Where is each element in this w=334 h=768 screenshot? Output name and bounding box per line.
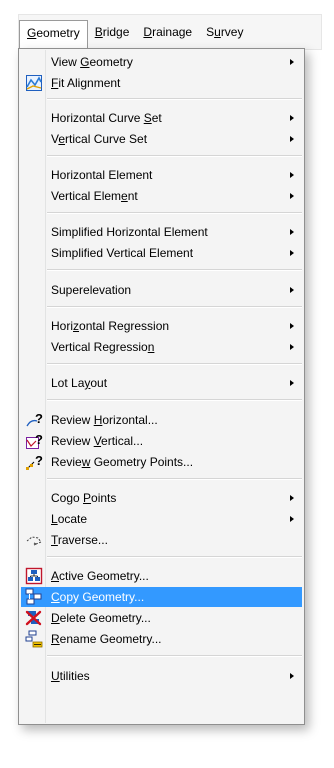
menu-item-label: Active Geometry... <box>51 569 149 583</box>
menubar-accelerator: G <box>27 26 37 40</box>
review-vertical-icon: ? <box>25 432 43 450</box>
menubar-label: rainage <box>152 25 193 39</box>
menu-item-label: Review Horizontal... <box>51 413 158 427</box>
copy-geometry-icon <box>25 588 43 606</box>
menu-item-label: Horizontal Regression <box>51 319 170 333</box>
menu-item-fit-alignment[interactable]: Fit Alignment <box>21 73 302 93</box>
review-horizontal-icon: ? <box>25 411 43 429</box>
menu-separator <box>47 269 302 271</box>
menu-item-rename-geometry[interactable]: Rename Geometry... <box>21 629 302 649</box>
menubar-accelerator: u <box>214 25 221 39</box>
menu-separator <box>47 478 302 480</box>
menu-item-lot-layout[interactable]: Lot Layout <box>21 373 302 393</box>
menu-item-label: Review Geometry Points... <box>51 455 194 469</box>
menu-item-superelevation[interactable]: Superelevation <box>21 280 302 300</box>
menu-item-label: Copy Geometry... <box>51 590 145 604</box>
submenu-arrow-icon <box>290 344 294 350</box>
submenu-arrow-icon <box>290 516 294 522</box>
menubar-bridge[interactable]: Bridge <box>88 19 137 45</box>
menu-item-label: View Geometry <box>51 55 133 69</box>
menu-item-active-geometry[interactable]: Active Geometry... <box>21 566 302 586</box>
menubar-label: rvey <box>220 25 244 39</box>
menu-item-horizontal-curve-set[interactable]: Horizontal Curve Set <box>21 108 302 128</box>
menu-separator <box>47 306 302 308</box>
menu-item-traverse[interactable]: Traverse... <box>21 530 302 550</box>
menu-item-label: Delete Geometry... <box>51 611 151 625</box>
submenu-arrow-icon <box>290 495 294 501</box>
menu-item-vertical-element[interactable]: Vertical Element <box>21 186 302 206</box>
submenu-arrow-icon <box>290 172 294 178</box>
menu-item-utilities[interactable]: Utilities <box>21 666 302 686</box>
menubar-label: ridge <box>102 25 130 39</box>
menu-item-label: Rename Geometry... <box>51 632 162 646</box>
menu-separator <box>47 399 302 401</box>
menu-item-label: Simplified Vertical Element <box>51 246 194 260</box>
submenu-arrow-icon <box>290 59 294 65</box>
menu-item-label: Horizontal Curve Set <box>51 111 162 125</box>
menu-item-label: Lot Layout <box>51 376 108 390</box>
menu-item-label: Superelevation <box>51 283 132 297</box>
menu-item-simplified-vertical-element[interactable]: Simplified Vertical Element <box>21 243 302 263</box>
active-geometry-icon <box>25 567 43 585</box>
fit-alignment-icon <box>25 74 43 92</box>
submenu-arrow-icon <box>290 115 294 121</box>
traverse-icon <box>25 531 43 549</box>
menu-separator <box>47 98 302 100</box>
menu-item-review-geometry-points[interactable]: ? Review Geometry Points... <box>21 452 302 472</box>
review-geometry-points-icon: ? <box>25 453 43 471</box>
menu-item-delete-geometry[interactable]: Delete Geometry... <box>21 608 302 628</box>
menu-bar: Geometry Bridge Drainage Survey <box>18 14 322 50</box>
menu-item-locate[interactable]: Locate <box>21 509 302 529</box>
menu-item-label: Vertical Regression <box>51 340 155 354</box>
menu-item-view-geometry[interactable]: View Geometry <box>21 52 302 72</box>
submenu-arrow-icon <box>290 673 294 679</box>
menu-item-review-horizontal[interactable]: ? Review Horizontal... <box>21 410 302 430</box>
submenu-arrow-icon <box>290 136 294 142</box>
menubar-label: eometry <box>36 26 80 40</box>
menu-item-horizontal-regression[interactable]: Horizontal Regression <box>21 316 302 336</box>
menu-separator <box>47 655 302 657</box>
menu-item-label: Cogo Points <box>51 491 117 505</box>
menu-item-review-vertical[interactable]: ? Review Vertical... <box>21 431 302 451</box>
menu-item-vertical-regression[interactable]: Vertical Regression <box>21 337 302 357</box>
menu-item-vertical-curve-set[interactable]: Vertical Curve Set <box>21 129 302 149</box>
menu-item-label: Vertical Element <box>51 189 138 203</box>
submenu-arrow-icon <box>290 229 294 235</box>
menu-item-simplified-horizontal-element[interactable]: Simplified Horizontal Element <box>21 222 302 242</box>
menu-item-label: Traverse... <box>51 533 108 547</box>
submenu-arrow-icon <box>290 380 294 386</box>
menu-separator <box>47 556 302 558</box>
menu-item-label: Fit Alignment <box>51 76 121 90</box>
submenu-arrow-icon <box>290 323 294 329</box>
menubar-accelerator: B <box>94 25 103 39</box>
delete-geometry-icon <box>25 609 43 627</box>
menu-item-copy-geometry[interactable]: Copy Geometry... <box>21 587 302 607</box>
menu-item-label: Horizontal Element <box>51 168 153 182</box>
menu-separator <box>47 155 302 157</box>
menu-item-cogo-points[interactable]: Cogo Points <box>21 488 302 508</box>
menu-item-label: Locate <box>51 512 88 526</box>
menu-item-label: Simplified Horizontal Element <box>51 225 208 239</box>
menu-item-horizontal-element[interactable]: Horizontal Element <box>21 165 302 185</box>
submenu-arrow-icon <box>290 193 294 199</box>
menubar-survey[interactable]: Survey <box>199 19 250 45</box>
svg-text:?: ? <box>35 453 43 468</box>
geometry-menu: View Geometry Fit Alignment Horizontal C… <box>18 48 305 725</box>
menu-separator <box>47 212 302 214</box>
menu-item-label: Utilities <box>51 669 90 683</box>
svg-text:?: ? <box>35 432 43 447</box>
rename-geometry-icon <box>25 630 43 648</box>
submenu-arrow-icon <box>290 250 294 256</box>
menu-item-label: Review Vertical... <box>51 434 144 448</box>
menu-separator <box>47 363 302 365</box>
menubar-geometry[interactable]: Geometry <box>19 20 88 48</box>
menubar-label: S <box>206 25 215 39</box>
menubar-drainage[interactable]: Drainage <box>136 19 199 45</box>
menu-item-label: Vertical Curve Set <box>51 132 148 146</box>
submenu-arrow-icon <box>290 287 294 293</box>
svg-text:?: ? <box>35 411 43 426</box>
menubar-accelerator: D <box>143 25 153 39</box>
